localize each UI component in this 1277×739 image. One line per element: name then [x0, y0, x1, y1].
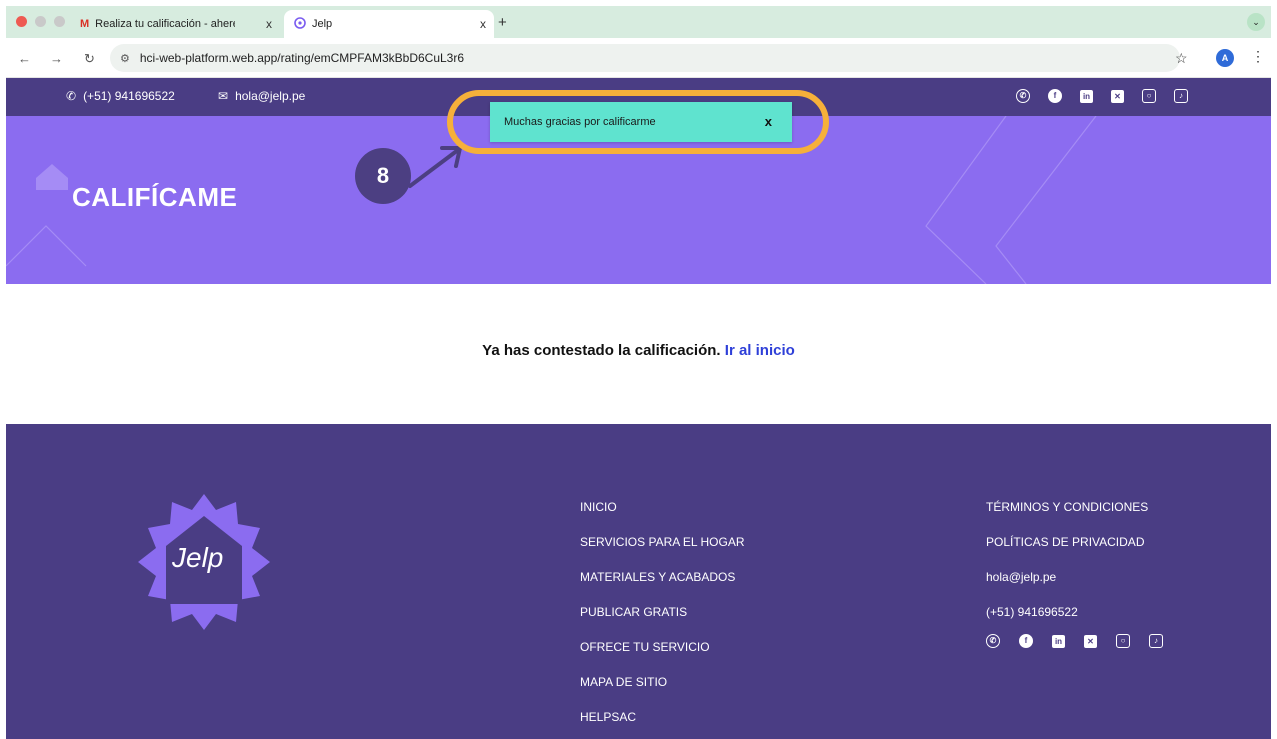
tiktok-icon[interactable]: ♪ [1149, 634, 1163, 648]
new-tab-button[interactable]: + [498, 14, 507, 31]
footer-link-helpsac[interactable]: HELPSAC [580, 710, 636, 724]
browser-menu-icon[interactable]: ⋮ [1251, 48, 1265, 65]
rating-status-message: Ya has contestado la calificación. Ir al… [6, 342, 1271, 359]
forward-arrow-icon[interactable]: → [50, 51, 63, 66]
facebook-icon[interactable]: f [1048, 89, 1062, 103]
screenshot-frame: M Realiza tu calificación - ahere x Jelp… [6, 6, 1271, 739]
x-icon[interactable]: ✕ [1111, 90, 1124, 103]
back-arrow-icon[interactable]: ← [18, 51, 31, 66]
address-bar[interactable]: ⚙ hci-web-platform.web.app/rating/emCMPF… [110, 44, 1180, 72]
phone-number: (+51) 941696522 [83, 89, 175, 103]
tab-title: Jelp [312, 18, 333, 30]
social-links: ✆ f in ✕ ○ ♪ [1016, 89, 1188, 103]
footer-link-terminos[interactable]: TÉRMINOS Y CONDICIONES [986, 500, 1148, 514]
tab-gmail[interactable]: M Realiza tu calificación - ahere x [80, 10, 280, 38]
tab-title: Realiza tu calificación - ahere [95, 18, 236, 30]
footer-link-servicios[interactable]: SERVICIOS PARA EL HOGAR [580, 535, 745, 549]
tab-jelp[interactable]: Jelp x [284, 10, 494, 38]
site-footer: Jelp INICIO SERVICIOS PARA EL HOGAR MATE… [6, 424, 1271, 739]
tab-close-button[interactable]: x [266, 17, 272, 31]
window-controls [16, 16, 65, 27]
close-window-button[interactable] [16, 16, 27, 27]
footer-email[interactable]: hola@jelp.pe [986, 570, 1056, 584]
minimize-window-button[interactable] [35, 16, 46, 27]
contact-phone[interactable]: ✆ (+51) 941696522 [66, 89, 175, 103]
whatsapp-icon[interactable]: ✆ [986, 634, 1000, 648]
phone-icon: ✆ [66, 89, 77, 103]
tab-close-button[interactable]: x [480, 17, 486, 31]
browser-toolbar: ← → ↻ ⚙ hci-web-platform.web.app/rating/… [6, 38, 1271, 78]
linkedin-icon[interactable]: in [1080, 90, 1093, 103]
profile-avatar[interactable]: A [1216, 49, 1234, 67]
main-content: Ya has contestado la calificación. Ir al… [6, 284, 1271, 424]
contact-email[interactable]: ✉ hola@jelp.pe [218, 89, 305, 103]
linkedin-icon[interactable]: in [1052, 635, 1065, 648]
footer-link-ofrece[interactable]: OFRECE TU SERVICIO [580, 640, 710, 654]
gmail-icon: M [80, 18, 90, 30]
go-home-link[interactable]: Ir al inicio [725, 342, 795, 359]
footer-link-publicar[interactable]: PUBLICAR GRATIS [580, 605, 687, 619]
instagram-icon[interactable]: ○ [1116, 634, 1130, 648]
mail-icon: ✉ [218, 89, 229, 103]
email-address: hola@jelp.pe [235, 89, 306, 103]
footer-link-inicio[interactable]: INICIO [580, 500, 617, 514]
page-title: CALIFÍCAME [72, 182, 238, 212]
whatsapp-icon[interactable]: ✆ [1016, 89, 1030, 103]
url-text: hci-web-platform.web.app/rating/emCMPFAM… [139, 51, 465, 65]
tab-search-button[interactable]: ⌄ [1247, 13, 1265, 31]
reload-icon[interactable]: ↻ [84, 51, 95, 67]
maximize-window-button[interactable] [54, 16, 65, 27]
facebook-icon[interactable]: f [1019, 634, 1033, 648]
footer-link-mapa[interactable]: MAPA DE SITIO [580, 675, 667, 689]
bookmark-star-icon[interactable]: ☆ [1175, 50, 1188, 67]
footer-link-materiales[interactable]: MATERIALES Y ACABADOS [580, 570, 735, 584]
logo-wordmark: Jelp [172, 542, 224, 573]
annotation-highlight [447, 90, 829, 154]
footer-phone[interactable]: (+51) 941696522 [986, 605, 1078, 619]
footer-social-links: ✆ f in ✕ ○ ♪ [986, 634, 1163, 648]
instagram-icon[interactable]: ○ [1142, 89, 1156, 103]
footer-link-privacidad[interactable]: POLÍTICAS DE PRIVACIDAD [986, 535, 1144, 549]
tiktok-icon[interactable]: ♪ [1174, 89, 1188, 103]
step-badge: 8 [355, 148, 411, 204]
jelp-favicon-icon [294, 16, 306, 32]
browser-tab-bar: M Realiza tu calificación - ahere x Jelp… [6, 6, 1271, 38]
site-settings-icon[interactable]: ⚙ [120, 52, 130, 65]
x-icon[interactable]: ✕ [1084, 635, 1097, 648]
status-text: Ya has contestado la calificación. [482, 342, 721, 359]
